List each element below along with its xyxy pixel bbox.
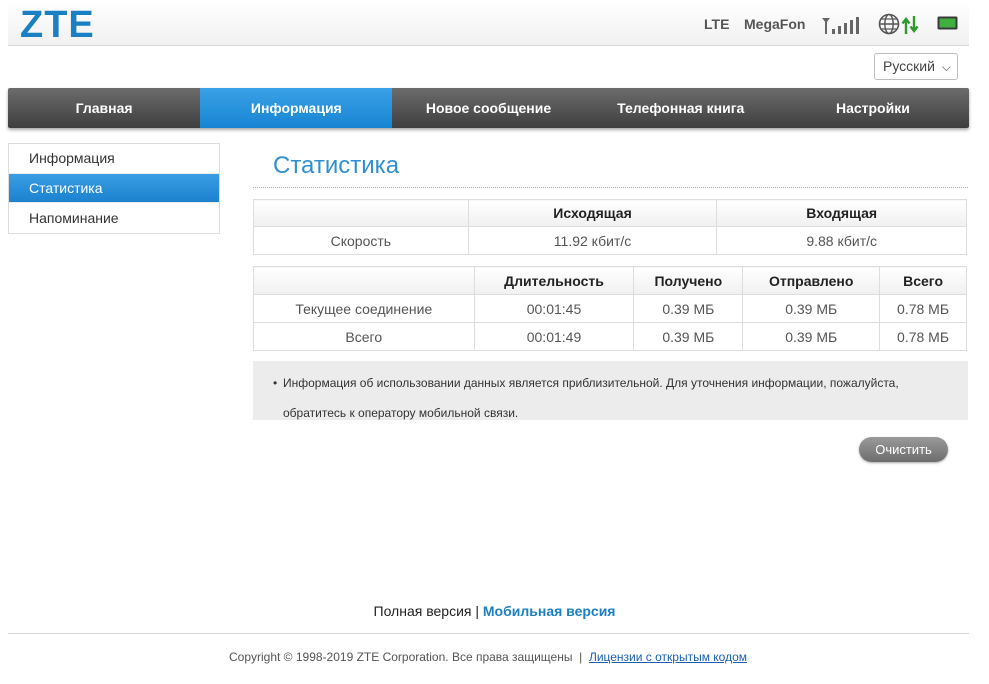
table-row: Текущее соединение 00:01:45 0.39 МБ 0.39… (253, 294, 967, 323)
zte-logo[interactable]: ZTE (20, 4, 95, 47)
clear-button[interactable]: Очистить (859, 437, 948, 462)
nav-item-phonebook[interactable]: Телефонная книга (585, 88, 777, 128)
sidebar-item-statistics[interactable]: Статистика (9, 173, 219, 203)
total-cell: 0.78 МБ (879, 294, 967, 323)
table-header-cell: Всего (879, 266, 967, 295)
received-cell: 0.39 МБ (633, 294, 744, 323)
chevron-down-icon: ⌵ (941, 60, 951, 74)
full-version-link[interactable]: Полная версия (374, 603, 472, 619)
duration-cell: 00:01:49 (473, 322, 635, 351)
sent-cell: 0.39 МБ (742, 294, 881, 323)
footer-divider (8, 633, 969, 634)
language-select[interactable]: Русский ⌵ (874, 53, 958, 80)
table-header-cell: Получено (633, 266, 744, 295)
info-note: • Информация об использовании данных явл… (253, 361, 968, 420)
table-header-cell (253, 199, 469, 227)
table-header-cell (253, 266, 475, 295)
nav-item-home[interactable]: Главная (8, 88, 200, 128)
version-switcher: Полная версия | Мобильная версия (0, 603, 989, 619)
table-header-cell: Исходящая (467, 199, 718, 227)
sidebar-item-information[interactable]: Информация (9, 144, 219, 174)
nav-item-settings[interactable]: Настройки (777, 88, 969, 128)
table-header-cell: Входящая (716, 199, 967, 227)
usage-table: Длительность Получено Отправлено Всего Т… (253, 266, 967, 351)
table-header-row: Длительность Получено Отправлено Всего (253, 266, 967, 295)
table-header-cell: Отправлено (742, 266, 881, 295)
nav-item-new-message[interactable]: Новое сообщение (392, 88, 584, 128)
main-nav: Главная Информация Новое сообщение Телеф… (8, 88, 969, 128)
globe-icon (878, 13, 900, 35)
open-source-licenses-link[interactable]: Лицензии с открытым кодом (589, 650, 747, 664)
copyright-text: Copyright © 1998-2019 ZTE Corporation. В… (228, 650, 573, 664)
copyright-bar: Copyright © 1998-2019 ZTE Corporation. В… (0, 650, 976, 664)
total-cell: 0.78 МБ (879, 322, 967, 351)
incoming-speed: 9.88 кбит/с (716, 226, 967, 255)
sidebar: Информация Статистика Напоминание (8, 143, 220, 234)
mobile-version-link[interactable]: Мобильная версия (483, 603, 616, 619)
data-transfer-arrows-icon (901, 16, 919, 34)
language-select-value: Русский (883, 58, 935, 74)
table-header-cell: Длительность (473, 266, 635, 295)
operator-name: MegaFon (744, 16, 806, 32)
version-separator: | (475, 603, 479, 619)
row-label: Скорость (253, 226, 469, 255)
copyright-separator: | (579, 650, 583, 664)
table-row: Всего 00:01:49 0.39 МБ 0.39 МБ 0.78 МБ (253, 322, 967, 351)
table-row: Скорость 11.92 кбит/с 9.88 кбит/с (253, 226, 967, 255)
signal-strength-icon (822, 17, 859, 34)
outgoing-speed: 11.92 кбит/с (467, 226, 718, 255)
page-title: Статистика (273, 152, 400, 179)
title-divider (253, 187, 968, 188)
duration-cell: 00:01:45 (473, 294, 635, 323)
network-type-label: LTE (704, 16, 730, 32)
sent-cell: 0.39 МБ (742, 322, 881, 351)
note-line-2: обратитесь к оператору мобильной связи. (283, 406, 519, 420)
header-bar: ZTE LTE MegaFon (8, 0, 969, 46)
row-label: Всего (253, 322, 475, 351)
row-label: Текущее соединение (253, 294, 475, 323)
table-header-row: Исходящая Входящая (253, 199, 967, 227)
battery-icon (937, 16, 958, 30)
bullet-icon: • (273, 376, 278, 390)
note-line-1: Информация об использовании данных являе… (283, 376, 899, 390)
speed-table: Исходящая Входящая Скорость 11.92 кбит/с… (253, 199, 967, 255)
received-cell: 0.39 МБ (633, 322, 744, 351)
sidebar-item-reminder[interactable]: Напоминание (9, 203, 219, 233)
nav-item-information[interactable]: Информация (200, 88, 393, 128)
